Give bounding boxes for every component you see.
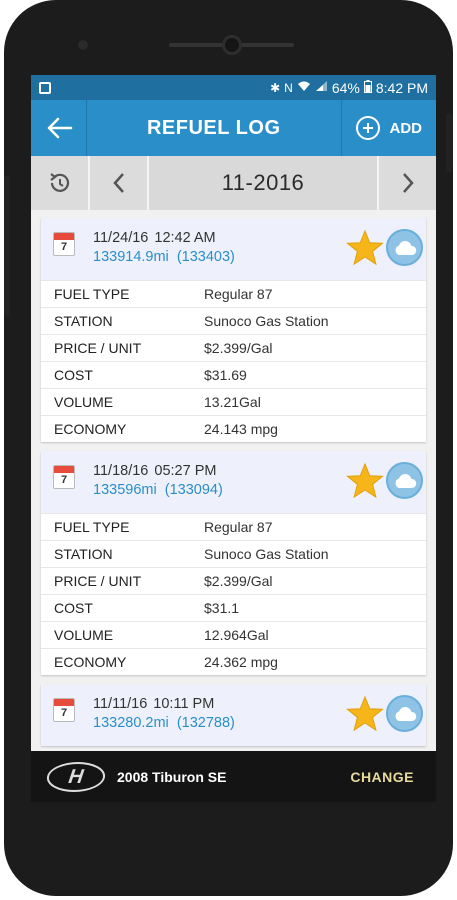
- add-circle-icon: [355, 116, 380, 140]
- next-month-button[interactable]: [379, 156, 436, 210]
- star-icon[interactable]: [346, 462, 384, 500]
- vehicle-name: 2008 Tiburon SE: [117, 768, 227, 785]
- detail-row: VOLUME 13.21Gal: [41, 388, 426, 415]
- power-button: [446, 114, 453, 172]
- battery-icon: [363, 79, 372, 96]
- refuel-list: 7 11/24/16 12:42 AM 133914.9mi (133403) F…: [31, 210, 436, 746]
- calendar-icon: 7: [53, 698, 75, 722]
- cloud-icon: [395, 473, 416, 488]
- back-button[interactable]: [31, 100, 86, 156]
- cloud-sync-button[interactable]: [386, 229, 423, 266]
- history-icon: [49, 173, 69, 192]
- status-bar: ✱ N 64% 8:42 PM: [31, 75, 436, 100]
- arrow-left-icon: [47, 117, 72, 139]
- entry-header: 7 11/11/16 10:11 PM 133280.2mi (132788): [41, 684, 426, 746]
- vehicle-bar: H 2008 Tiburon SE CHANGE: [31, 751, 436, 802]
- add-label: ADD: [389, 119, 423, 137]
- hyundai-logo: H: [44, 761, 108, 792]
- detail-row: COST $31.69: [41, 361, 426, 388]
- detail-row: STATION Sunoco Gas Station: [41, 540, 426, 567]
- detail-row: FUEL TYPE Regular 87: [41, 513, 426, 540]
- nfc-icon: N: [284, 80, 293, 95]
- cloud-sync-button[interactable]: [386, 695, 423, 732]
- refuel-entry[interactable]: 7 11/11/16 10:11 PM 133280.2mi (132788): [41, 684, 426, 746]
- wifi-icon: [297, 80, 311, 95]
- page-title: REFUEL LOG: [146, 116, 281, 139]
- calendar-icon: 7: [53, 232, 75, 256]
- detail-row: ECONOMY 24.362 mpg: [41, 648, 426, 675]
- phone-frame: ✱ N 64% 8:42 PM REFUEL LOG ADD 11-2016 7…: [4, 0, 453, 896]
- change-vehicle-button[interactable]: CHANGE: [350, 769, 414, 785]
- refuel-entry[interactable]: 7 11/18/16 05:27 PM 133596mi (133094) FUE…: [41, 451, 426, 675]
- detail-row: COST $31.1: [41, 594, 426, 621]
- entry-header: 7 11/24/16 12:42 AM 133914.9mi (133403): [41, 218, 426, 280]
- proximity-sensor: [78, 40, 88, 50]
- entry-header: 7 11/18/16 05:27 PM 133596mi (133094): [41, 451, 426, 513]
- signal-icon: [315, 80, 328, 95]
- volume-button: [4, 176, 10, 316]
- app-bar: REFUEL LOG ADD: [31, 100, 436, 156]
- star-icon[interactable]: [346, 695, 384, 733]
- detail-row: PRICE / UNIT $2.399/Gal: [41, 334, 426, 361]
- detail-row: STATION Sunoco Gas Station: [41, 307, 426, 334]
- calendar-icon: 7: [53, 465, 75, 489]
- refuel-entry[interactable]: 7 11/24/16 12:42 AM 133914.9mi (133403) F…: [41, 218, 426, 442]
- cloud-sync-button[interactable]: [386, 462, 423, 499]
- clock: 8:42 PM: [375, 79, 428, 96]
- add-button[interactable]: ADD: [342, 100, 437, 156]
- chevron-left-icon: [112, 173, 124, 193]
- star-icon[interactable]: [346, 229, 384, 267]
- detail-row: ECONOMY 24.143 mpg: [41, 415, 426, 442]
- reset-month-button[interactable]: [31, 156, 88, 210]
- front-camera: [222, 35, 242, 55]
- screenshot-notification-icon: [39, 81, 51, 94]
- cloud-icon: [395, 240, 416, 255]
- detail-row: VOLUME 12.964Gal: [41, 621, 426, 648]
- month-navigator: 11-2016: [31, 156, 436, 210]
- previous-month-button[interactable]: [90, 156, 147, 210]
- current-month: 11-2016: [149, 156, 377, 210]
- battery-percent: 64%: [331, 79, 360, 96]
- detail-row: PRICE / UNIT $2.399/Gal: [41, 567, 426, 594]
- bluetooth-icon: ✱: [270, 80, 281, 95]
- detail-row: FUEL TYPE Regular 87: [41, 280, 426, 307]
- chevron-right-icon: [402, 173, 414, 193]
- app-screen: ✱ N 64% 8:42 PM REFUEL LOG ADD 11-2016 7…: [31, 75, 436, 802]
- cloud-icon: [395, 706, 416, 721]
